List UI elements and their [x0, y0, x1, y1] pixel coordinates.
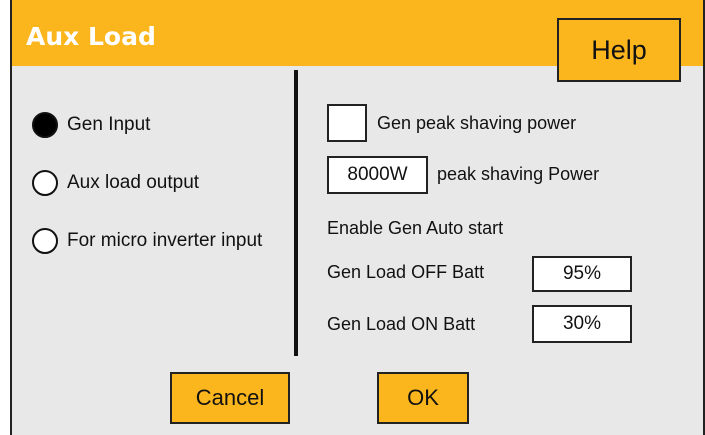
radio-gen-input-label: Gen Input [67, 114, 151, 135]
radio-selected-icon[interactable] [32, 112, 58, 138]
radio-unselected-icon[interactable] [32, 170, 58, 196]
help-button[interactable]: Help [557, 18, 681, 82]
gen-load-on-batt-label: Gen Load ON Batt [327, 314, 476, 334]
radio-aux-load-output-label: Aux load output [67, 172, 200, 193]
radio-gen-input[interactable]: Gen Input [32, 110, 150, 140]
cancel-button[interactable]: Cancel [170, 372, 290, 424]
enable-gen-auto-start-label: Enable Gen Auto start [327, 218, 504, 238]
gen-load-off-batt-input[interactable]: 95% [532, 256, 632, 292]
radio-micro-inverter-input[interactable]: For micro inverter input [32, 226, 262, 256]
aux-load-window: Aux Load Help Gen Input Aux load output … [10, 0, 705, 435]
gen-peak-shaving-label: Gen peak shaving power [377, 113, 577, 133]
gen-load-on-batt-input[interactable]: 30% [532, 305, 632, 343]
peak-shaving-power-input[interactable]: 8000W [327, 156, 428, 194]
peak-shaving-power-label: peak shaving Power [437, 164, 600, 184]
radio-unselected-icon[interactable] [32, 228, 58, 254]
gen-peak-shaving-checkbox[interactable] [327, 104, 367, 142]
gen-load-off-batt-label: Gen Load OFF Batt [327, 262, 485, 282]
ok-button[interactable]: OK [377, 372, 469, 424]
vertical-divider [294, 70, 298, 356]
radio-micro-inverter-input-label: For micro inverter input [67, 230, 263, 251]
radio-aux-load-output[interactable]: Aux load output [32, 168, 199, 198]
window-title: Aux Load [26, 22, 156, 51]
